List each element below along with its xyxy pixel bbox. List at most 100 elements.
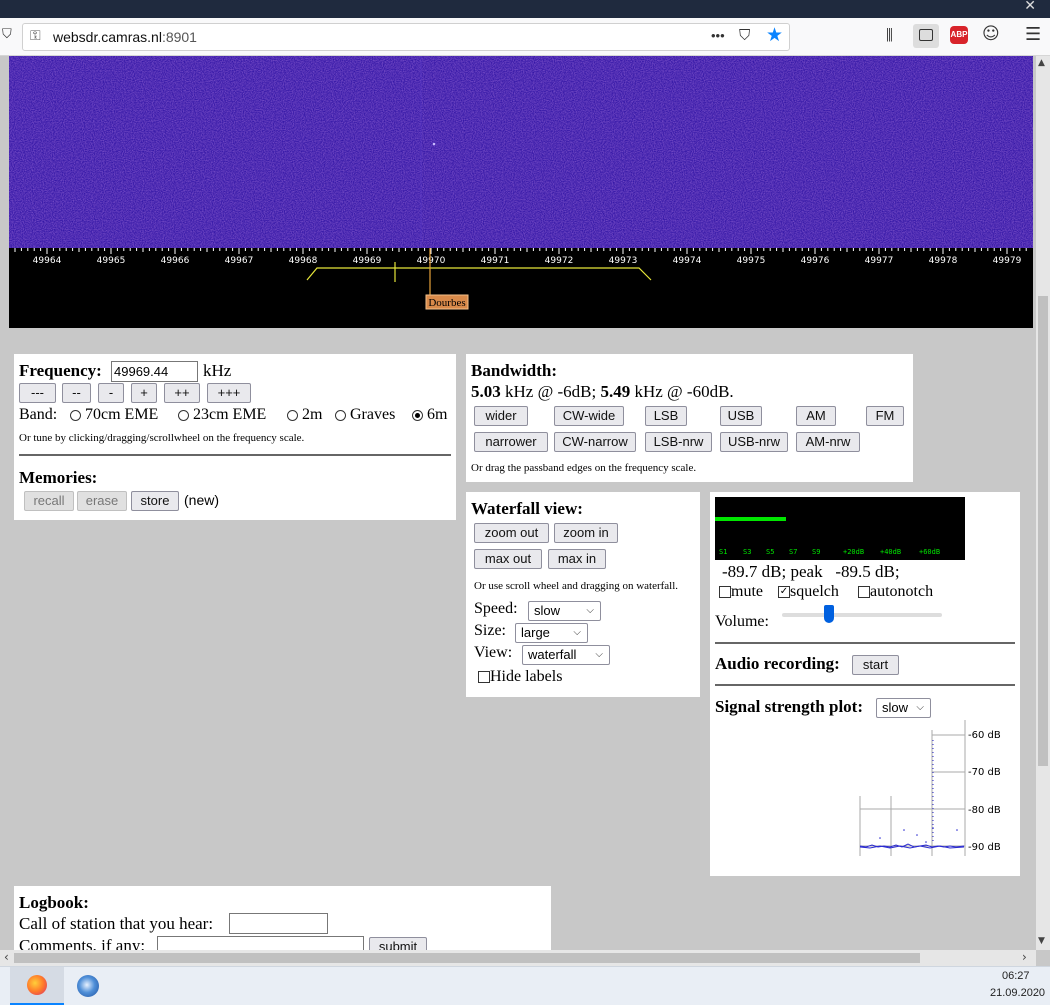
band-radio-6m[interactable]: 6m	[412, 406, 447, 424]
step-down-large-button[interactable]: ---	[19, 383, 56, 403]
checkbox-icon[interactable]	[478, 671, 490, 684]
hamburger-menu-icon[interactable]: ☰	[1025, 24, 1041, 45]
store-button[interactable]: store	[131, 491, 179, 511]
am-button[interactable]: AM	[796, 406, 836, 426]
band-radio-graves[interactable]: Graves	[335, 406, 395, 424]
erase-button[interactable]: erase	[77, 491, 127, 511]
frequency-panel: Frequency: 49969.44 kHz --- -- - + ++ ++…	[14, 354, 456, 520]
plot-speed-select[interactable]: slow ⌵	[876, 698, 931, 718]
page-actions-icon[interactable]: •••	[711, 28, 725, 43]
volume-label: Volume:	[715, 613, 769, 630]
lsb-nrw-button[interactable]: LSB-nrw	[645, 432, 712, 452]
scale-tick-label: 49967	[225, 256, 254, 266]
fm-button[interactable]: FM	[866, 406, 904, 426]
scroll-right-icon[interactable]: ›	[1022, 950, 1027, 964]
radio-icon[interactable]	[335, 409, 346, 421]
clock-date[interactable]: 21.09.2020	[990, 987, 1045, 999]
volume-slider-thumb[interactable]	[824, 605, 834, 623]
checkbox-icon[interactable]	[719, 586, 731, 599]
band-radio-23cm[interactable]: 23cm EME	[178, 406, 266, 424]
audio-panel: S1 S3 S5 S7 S9 +20dB +40dB +60dB -89.7 dB; peak…	[710, 492, 1020, 876]
bandwidth-readout: 5.03 kHz @ -6dB; 5.49 kHz @ -60dB.	[471, 382, 734, 401]
band-radio-2m[interactable]: 2m	[287, 406, 322, 424]
account-icon[interactable]: ☺	[982, 24, 1000, 44]
horizontal-scrollbar[interactable]: ‹ ›	[0, 950, 1036, 966]
am-nrw-button[interactable]: AM-nrw	[796, 432, 860, 452]
step-up-large-button[interactable]: +++	[207, 383, 251, 403]
url-bar[interactable]: ⚿ websdr.camras.nl:8901 ••• ⛉ ★	[22, 23, 790, 51]
window-close-icon[interactable]: ✕	[1024, 0, 1036, 14]
waterfall-hint: Or use scroll wheel and dragging on wate…	[474, 580, 679, 592]
scale-tick-label: 49976	[801, 256, 830, 266]
firefox-taskbar-button[interactable]	[10, 967, 64, 1005]
cw-narrow-button[interactable]: CW-narrow	[554, 432, 636, 452]
url-text[interactable]: websdr.camras.nl:8901	[53, 29, 197, 45]
radio-icon[interactable]	[70, 409, 81, 421]
max-out-button[interactable]: max out	[474, 549, 542, 569]
checkbox-checked-icon[interactable]: ✓	[778, 586, 790, 599]
chevron-down-icon: ⌵	[586, 605, 594, 616]
radio-selected-icon[interactable]	[412, 409, 423, 421]
checkbox-icon[interactable]	[858, 586, 870, 599]
vertical-scrollbar[interactable]: ▲ ▼	[1036, 56, 1050, 950]
scroll-down-icon[interactable]: ▼	[1038, 936, 1045, 946]
step-up-medium-button[interactable]: ++	[164, 383, 200, 403]
hide-labels-checkbox[interactable]: Hide labels	[478, 668, 562, 686]
squelch-checkbox[interactable]: ✓ squelch	[778, 583, 839, 601]
narrower-button[interactable]: narrower	[474, 432, 548, 452]
firefox-icon	[27, 975, 47, 995]
shield-icon[interactable]: ⛉	[2, 27, 12, 42]
station-marker-dourbes[interactable]: Dourbes	[425, 294, 469, 310]
band-label: Band:	[19, 406, 58, 423]
comments-label: Comments, if any:	[19, 936, 146, 950]
zoom-out-button[interactable]: zoom out	[474, 523, 549, 543]
adblock-icon[interactable]: ABP	[950, 26, 968, 44]
waterfall-display[interactable]	[9, 56, 1033, 248]
clock-time[interactable]: 06:27	[1002, 970, 1030, 982]
call-input[interactable]	[229, 913, 328, 934]
radio-icon[interactable]	[287, 409, 298, 421]
horizontal-scroll-thumb[interactable]	[14, 953, 920, 963]
band-radio-70cm[interactable]: 70cm EME	[70, 406, 158, 424]
mute-checkbox[interactable]: mute	[719, 583, 763, 601]
thunderbird-taskbar-button[interactable]	[70, 967, 106, 1005]
usb-button[interactable]: USB	[720, 406, 762, 426]
plot-axis-label: -90 dB	[968, 842, 1001, 853]
submit-button[interactable]: submit	[369, 937, 427, 950]
sidebar-toggle-icon[interactable]	[913, 24, 939, 48]
frequency-scale[interactable]: 49964 49965 49966 49967 49968 49969 49970 49971…	[9, 248, 1033, 328]
radio-icon[interactable]	[178, 409, 189, 421]
start-recording-button[interactable]: start	[852, 655, 899, 675]
speed-select[interactable]: slow ⌵	[528, 601, 601, 621]
pocket-icon[interactable]: ⛉	[739, 26, 750, 44]
browser-toolbar: ⛉ ⚿ websdr.camras.nl:8901 ••• ⛉ ★ ⫼ ABP …	[0, 18, 1050, 56]
cw-wide-button[interactable]: CW-wide	[554, 406, 624, 426]
station-label: Dourbes	[428, 297, 465, 309]
step-down-medium-button[interactable]: --	[62, 383, 91, 403]
chevron-down-icon: ⌵	[916, 702, 924, 713]
library-icon[interactable]: ⫼	[886, 26, 893, 44]
scroll-up-icon[interactable]: ▲	[1038, 58, 1045, 68]
memory-status: (new)	[184, 492, 220, 508]
insecure-connection-icon[interactable]: ⚿	[30, 28, 41, 44]
lsb-button[interactable]: LSB	[645, 406, 687, 426]
recall-button[interactable]: recall	[24, 491, 74, 511]
volume-slider[interactable]	[782, 605, 942, 623]
size-select[interactable]: large ⌵	[515, 623, 588, 643]
view-select[interactable]: waterfall ⌵	[522, 645, 610, 665]
frequency-input[interactable]: 49969.44	[111, 361, 198, 382]
step-up-small-button[interactable]: +	[131, 383, 157, 403]
usb-nrw-button[interactable]: USB-nrw	[720, 432, 788, 452]
wider-button[interactable]: wider	[474, 406, 528, 426]
comments-input[interactable]	[157, 936, 364, 950]
autonotch-checkbox[interactable]: autonotch	[858, 583, 933, 601]
window-title-strip: ✕	[0, 0, 1050, 18]
zoom-in-button[interactable]: zoom in	[554, 523, 618, 543]
bookmark-star-icon[interactable]: ★	[766, 24, 783, 46]
max-in-button[interactable]: max in	[548, 549, 606, 569]
scroll-left-icon[interactable]: ‹	[4, 950, 9, 964]
step-down-small-button[interactable]: -	[98, 383, 124, 403]
s-meter-label: +40dB	[880, 548, 901, 556]
vertical-scroll-thumb[interactable]	[1038, 296, 1048, 766]
scale-tick-label: 49972	[545, 256, 574, 266]
